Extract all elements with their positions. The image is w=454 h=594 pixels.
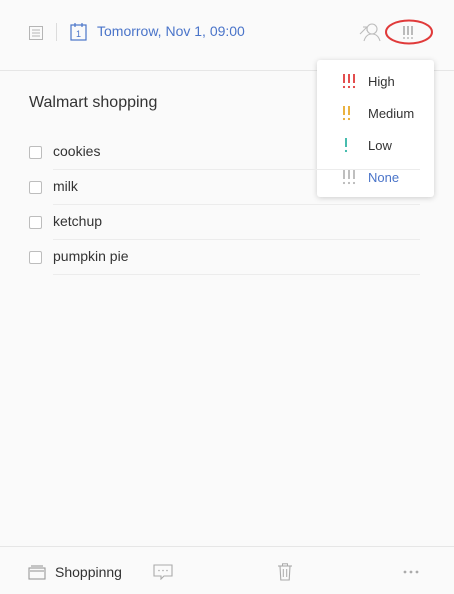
medium-priority-icon (342, 106, 351, 121)
checklist-divider (53, 274, 420, 275)
priority-option-high[interactable]: High (317, 65, 434, 97)
list-name[interactable]: Shoppinng (55, 564, 122, 580)
priority-option-medium[interactable]: Medium (317, 97, 434, 129)
header-divider (56, 23, 57, 41)
checklist-item[interactable]: ketchup (29, 205, 420, 240)
checklist-item[interactable]: milk (29, 170, 420, 205)
more-icon[interactable] (402, 569, 420, 575)
due-date-label[interactable]: Tomorrow, Nov 1, 09:00 (97, 23, 245, 39)
priority-option-label: High (368, 74, 395, 89)
svg-text:1: 1 (76, 29, 81, 39)
checklist-checkbox[interactable] (29, 216, 42, 229)
checklist-item-text[interactable]: pumpkin pie (53, 248, 129, 264)
list-icon[interactable] (28, 25, 44, 41)
trash-icon[interactable] (277, 563, 293, 581)
checklist-checkbox[interactable] (29, 181, 42, 194)
task-title[interactable]: Walmart shopping (29, 94, 157, 112)
checklist-item[interactable]: cookies (29, 135, 420, 170)
calendar-icon[interactable]: 1 (70, 22, 87, 41)
assign-user-icon[interactable] (359, 22, 381, 42)
checklist-checkbox[interactable] (29, 251, 42, 264)
checklist-checkbox[interactable] (29, 146, 42, 159)
priority-icon (385, 19, 433, 45)
checklist-item-text[interactable]: ketchup (53, 213, 102, 229)
priority-button[interactable] (385, 19, 433, 45)
task-detail-panel: 1 Tomorrow, Nov 1, 09:00 High Medium Low… (0, 0, 454, 594)
checklist-item[interactable]: pumpkin pie (29, 240, 420, 275)
priority-option-label: Medium (368, 106, 415, 121)
checklist-item-text[interactable]: cookies (53, 143, 100, 159)
task-footer: Shoppinng (0, 546, 454, 594)
comment-icon[interactable] (153, 564, 173, 580)
checklist-item-text[interactable]: milk (53, 178, 78, 194)
inbox-icon[interactable] (28, 564, 46, 580)
high-priority-icon (342, 74, 356, 89)
